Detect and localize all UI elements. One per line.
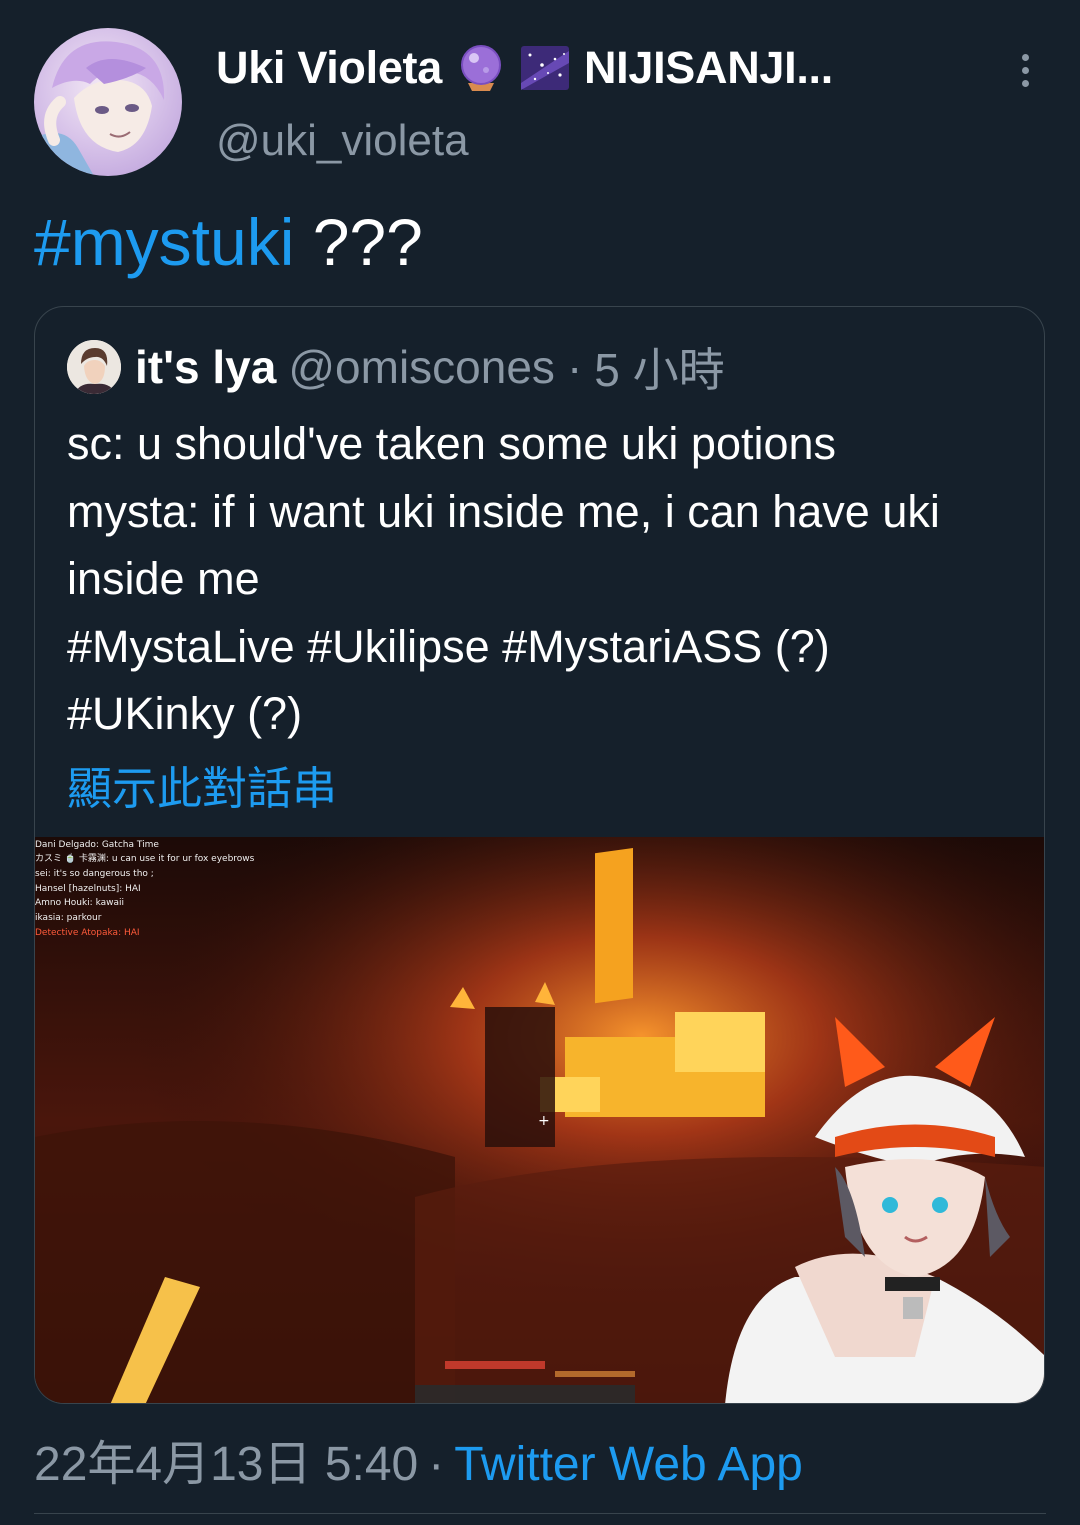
tweet-text-body: ??? [294,205,423,279]
author-display-name[interactable]: Uki Violeta [216,42,442,94]
milky-way-icon [520,43,570,93]
divider [34,1513,1046,1514]
quoted-tweet-card[interactable]: it's lya @omiscones · 5 小時 sc: u should'… [34,306,1045,1404]
tweet-source-link[interactable]: Twitter Web App [454,1438,803,1491]
show-thread-link[interactable]: 顯示此對話串 [67,752,337,817]
quoted-author-handle[interactable]: @omiscones [288,340,555,394]
svg-text:+: + [538,1113,550,1129]
author-name-row: Uki Violeta NIJISANJI... [216,40,833,96]
chat-line: Detective Atopaka: HAI [35,928,140,938]
author-handle[interactable]: @uki_violeta [216,116,469,166]
author-avatar[interactable] [34,28,182,176]
chat-line: Dani Delgado: Gatcha Time [35,840,159,850]
tweet-text: #mystuki ??? [34,204,423,280]
author-affiliation[interactable]: NIJISANJI... [584,42,833,94]
tweet-footer: 22年4月13日 5:40 · Twitter Web App [34,1424,803,1494]
quoted-tweet-header: it's lya @omiscones · 5 小時 [67,337,725,397]
more-options-icon[interactable] [1005,48,1045,98]
chat-line: sei: it's so dangerous tho ; [35,869,154,879]
chat-line: Amno Houki: kawaii [35,898,124,908]
chat-line: ikasia: parkour [35,913,102,923]
separator-dot: · [566,341,583,393]
quoted-time[interactable]: 5 小時 [594,334,724,400]
crystal-ball-icon [456,43,506,93]
quoted-author-avatar [67,340,121,394]
chat-line: Hansel [hazelnuts]: HAI [35,884,141,894]
quoted-tweet-text: sc: u should've taken some uki potions m… [67,418,940,739]
quoted-media-image[interactable]: + Dani Delgado: Gatcha Time カスミ 🍵 卡霧渊: u… [35,837,1044,1403]
quoted-author-name[interactable]: it's lya [135,340,276,394]
separator-dot: · [428,1438,445,1491]
hashtag-link[interactable]: #mystuki [34,205,294,279]
tweet-timestamp[interactable]: 22年4月13日 5:40 [34,1438,418,1491]
chat-line: カスミ 🍵 卡霧渊: u can use it for ur fox eyebr… [35,852,255,864]
